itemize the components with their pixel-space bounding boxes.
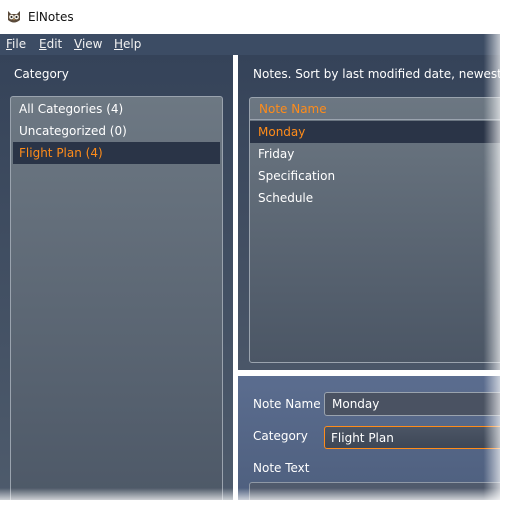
menu-file[interactable]: File [6,37,26,52]
owl-icon [6,9,22,25]
menu-view-label: iew [81,37,103,51]
column-header-note-name[interactable]: Note Name [250,98,500,120]
category-panel-label: Category [14,67,69,81]
note-row-friday[interactable]: Friday [250,143,500,165]
menu-help[interactable]: Help [114,37,141,52]
note-row-specification[interactable]: Specification [250,165,500,187]
category-list[interactable]: All Categories (4) Uncategorized (0) Fli… [10,96,223,500]
category-item-uncategorized[interactable]: Uncategorized (0) [13,120,220,142]
note-name-input[interactable] [324,392,500,416]
menu-view-mnemonic: V [74,37,82,51]
title-bar: ElNotes [0,0,500,34]
note-text-label: Note Text [253,461,310,475]
note-row-schedule[interactable]: Schedule [250,187,500,209]
category-field-label: Category [253,429,308,443]
menu-file-label: ile [12,37,27,51]
menu-help-mnemonic: H [114,37,124,51]
menu-help-label: elp [123,37,142,51]
category-item-all[interactable]: All Categories (4) [13,98,220,120]
menu-edit[interactable]: Edit [39,37,62,52]
menu-edit-label: dit [46,37,63,51]
app-window: ElNotes File Edit View Help Category All… [0,0,500,500]
window-title: ElNotes [28,10,74,24]
notes-caption: Notes. Sort by last modified date, newes… [253,67,500,81]
note-name-label: Note Name [253,397,321,411]
menu-view[interactable]: View [74,37,102,52]
note-text-area[interactable] [249,482,500,500]
category-item-flight-plan[interactable]: Flight Plan (4) [13,142,220,164]
category-select[interactable]: Flight Plan [324,426,500,449]
menu-edit-mnemonic: E [39,37,47,51]
note-row-monday[interactable]: Monday [250,121,500,143]
menu-bar: File Edit View Help [0,34,500,55]
notes-grid[interactable]: Note Name Monday Friday Specification Sc… [249,97,500,363]
category-select-value: Flight Plan [331,431,394,445]
